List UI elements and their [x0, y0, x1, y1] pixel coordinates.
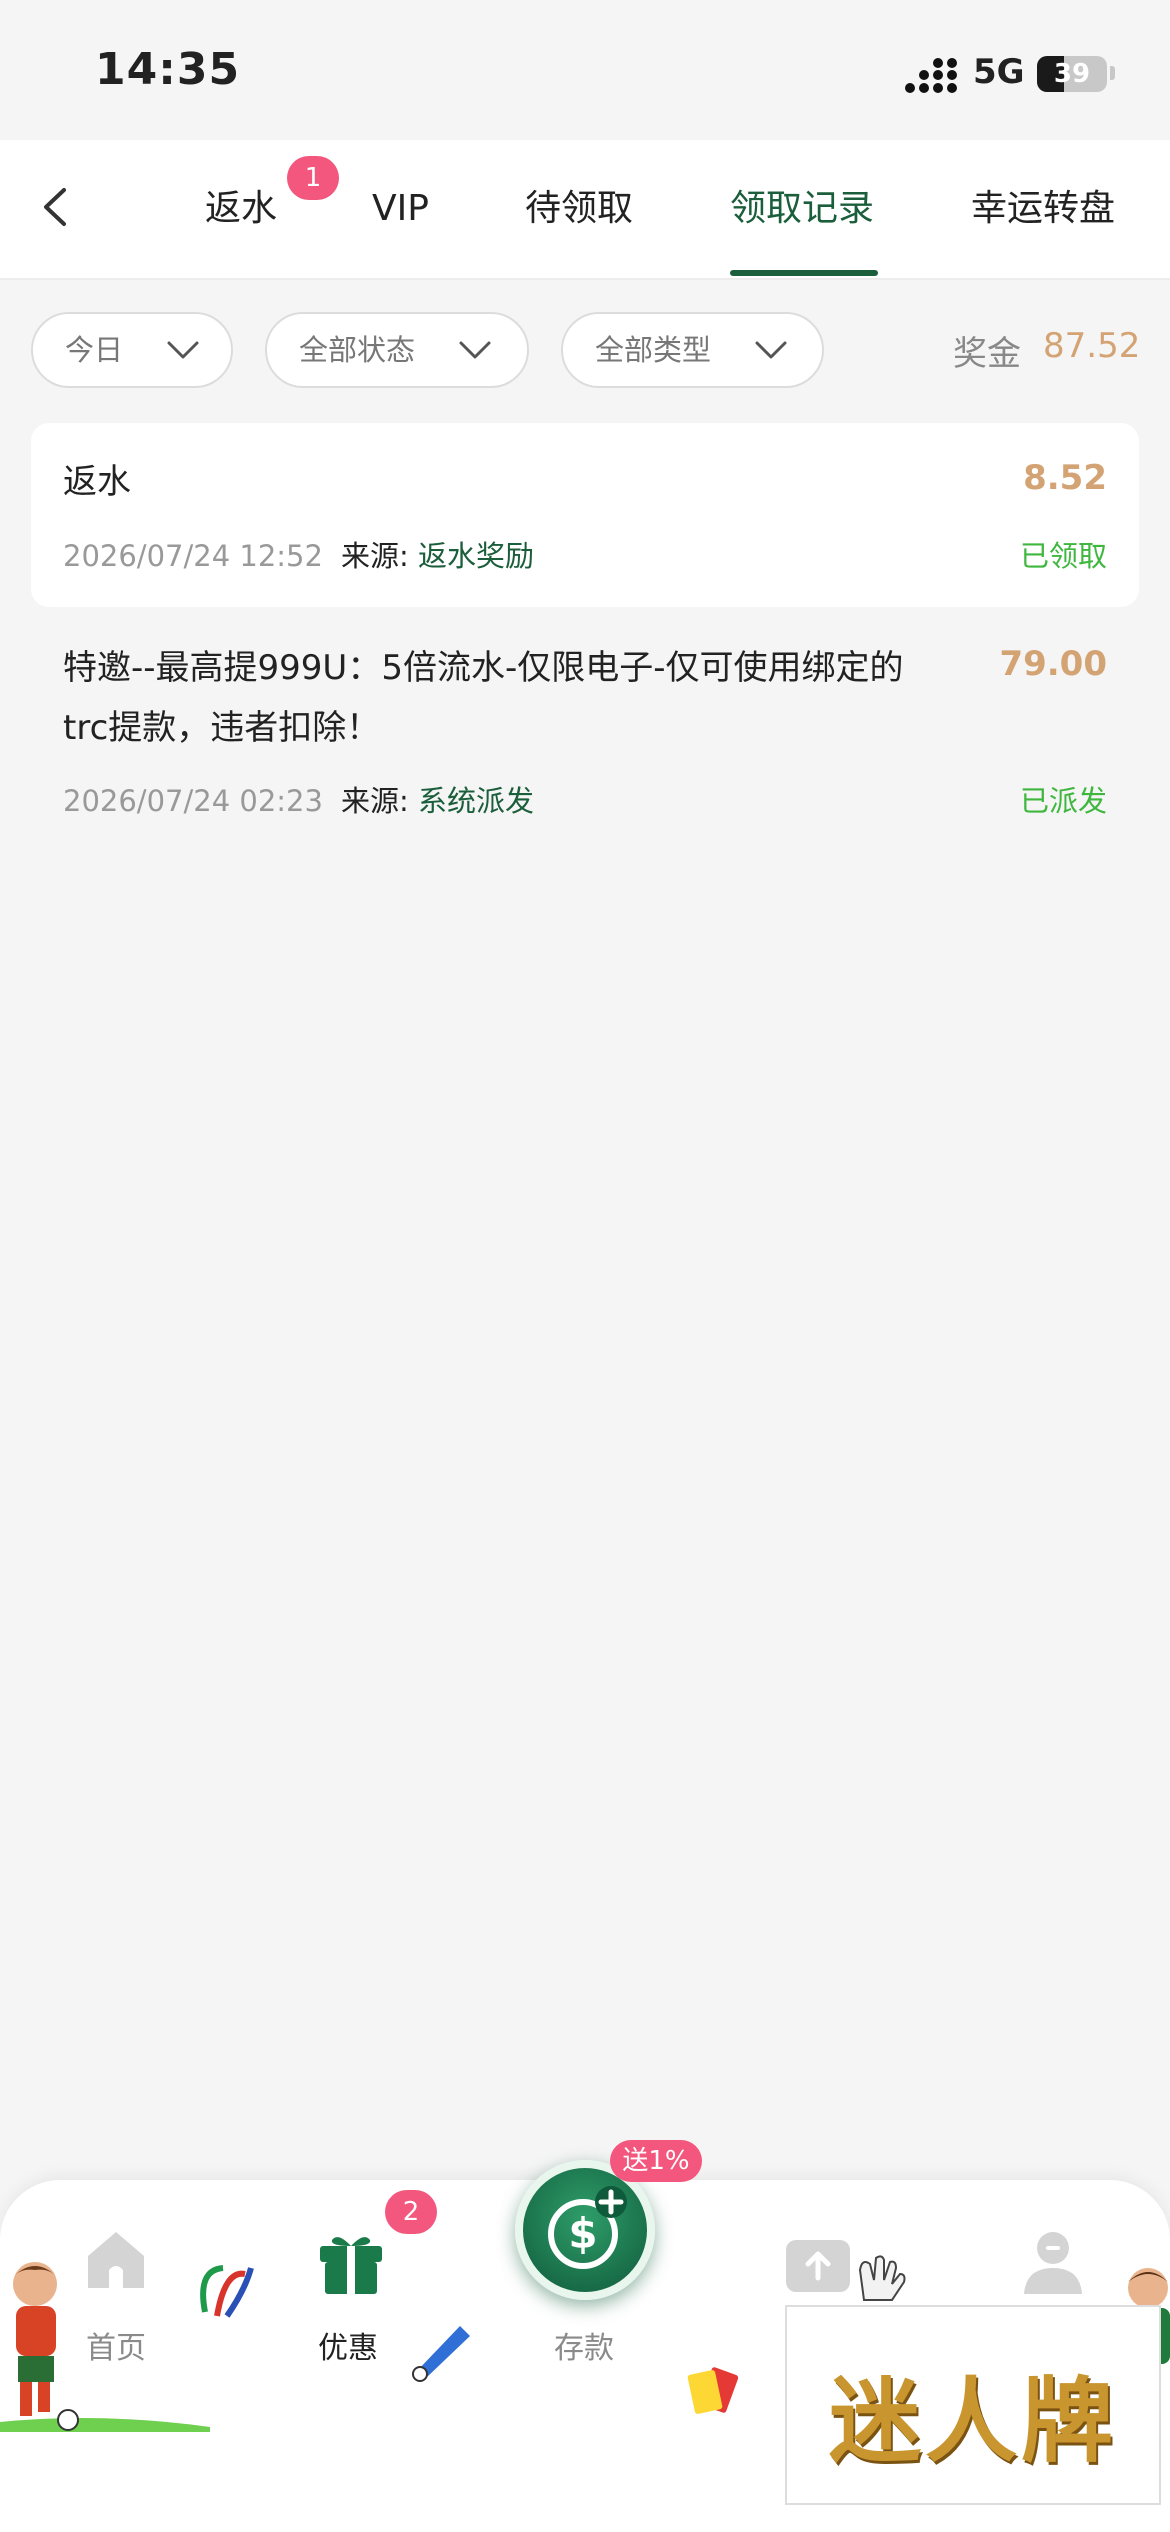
record-meta: 2026/07/24 12:52 来源: 返水奖励: [63, 533, 534, 575]
home-icon[interactable]: [80, 2226, 152, 2292]
date-filter-label: 今日: [65, 333, 124, 367]
record-card[interactable]: [31, 423, 1139, 607]
status-filter-label: 全部状态: [299, 333, 416, 367]
record-source: 返水奖励: [417, 539, 534, 573]
bottom-nav-deposit-label[interactable]: 存款: [554, 2323, 614, 2367]
ad-text: 迷人牌: [828, 2367, 1117, 2475]
record-source: 系统派发: [417, 784, 534, 818]
gift-icon[interactable]: [316, 2230, 386, 2296]
bottom-nav-home-label[interactable]: 首页: [86, 2323, 146, 2367]
promo-badge: 2: [385, 2190, 437, 2234]
status-bar: 14:35 5G 39: [0, 0, 1170, 140]
bottom-nav-promo-label[interactable]: 优惠: [318, 2323, 378, 2367]
tab-pending[interactable]: 待领取: [525, 184, 633, 234]
ad-banner[interactable]: 迷人牌: [785, 2305, 1161, 2505]
record-title: 特邀--最高提999U：5倍流水-仅限电子-仅可使用绑定的trc提款，违者扣除！: [63, 648, 904, 748]
bonus-value: 87.52: [1043, 326, 1141, 366]
svg-text:$: $: [568, 2209, 597, 2258]
chevron-down-icon: [167, 341, 199, 359]
type-filter[interactable]: 全部类型: [561, 312, 824, 388]
active-tab-indicator: [730, 270, 878, 276]
battery-tip: [1110, 66, 1115, 80]
glove-icon: [858, 2255, 906, 2301]
date-filter[interactable]: 今日: [31, 312, 233, 388]
tab-rebate[interactable]: 返水: [205, 184, 277, 234]
record-source-label: 来源:: [340, 784, 409, 818]
battery-icon: 39: [1037, 56, 1107, 92]
battery-level: 39: [1053, 59, 1091, 89]
record-source-label: 来源:: [340, 539, 409, 573]
vuvuzela-icon: [412, 2326, 470, 2382]
record-datetime: 2026/07/24 12:52: [63, 539, 323, 573]
signal-icon: [905, 58, 957, 93]
dollar-plus-icon: $: [548, 2186, 627, 2269]
status-filter[interactable]: 全部状态: [265, 312, 529, 388]
tab-rebate-badge: 1: [287, 156, 339, 200]
network-type: 5G: [973, 52, 1025, 92]
chevron-down-icon: [755, 341, 787, 359]
tab-vip[interactable]: VIP: [372, 184, 429, 234]
record-title: 返水: [63, 462, 131, 502]
record-datetime: 2026/07/24 02:23: [63, 784, 323, 818]
tab-claim-records[interactable]: 领取记录: [730, 184, 874, 234]
bonus-label: 奖金: [953, 334, 1021, 374]
record-amount: 8.52: [1023, 458, 1107, 498]
record-status: 已派发: [1019, 784, 1107, 818]
record-status: 已领取: [1019, 539, 1107, 573]
top-nav: 返水 1 VIP 待领取 领取记录 幸运转盘: [0, 140, 1170, 280]
record-meta: 2026/07/24 02:23 来源: 系统派发: [63, 778, 534, 820]
tab-lucky-wheel[interactable]: 幸运转盘: [971, 184, 1115, 234]
decorative-logo-icon: [200, 2265, 254, 2318]
status-time: 14:35: [95, 44, 241, 95]
back-arrow-icon[interactable]: [32, 182, 82, 232]
profile-icon[interactable]: [1020, 2226, 1086, 2296]
withdraw-icon[interactable]: [782, 2230, 854, 2296]
record-amount: 79.00: [999, 644, 1107, 684]
chevron-down-icon: [459, 341, 491, 359]
referee-card-icon: [687, 2367, 739, 2414]
type-filter-label: 全部类型: [595, 333, 712, 367]
deposit-badge: 送1%: [610, 2140, 702, 2182]
